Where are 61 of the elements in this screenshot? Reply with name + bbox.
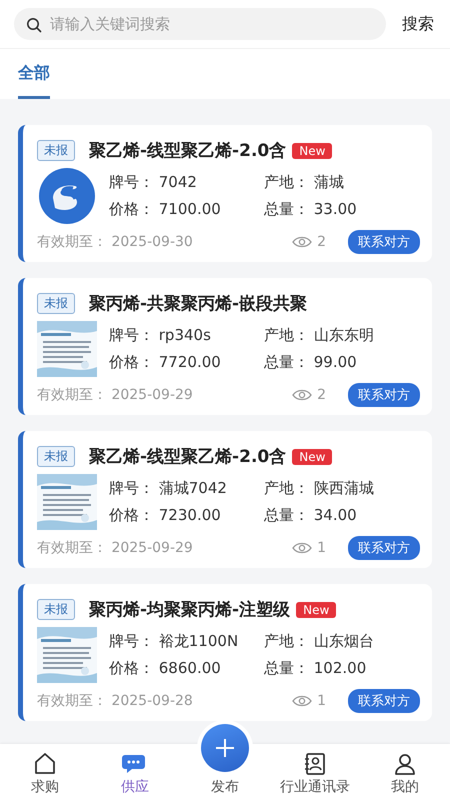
expiry-date: 有效期至： 2025-09-29 (37, 539, 193, 557)
field-text: 牌号： 蒲城7042 (109, 479, 228, 498)
field-text: 价格： 7720.00 (109, 353, 222, 372)
nav-tab[interactable]: 供应 (90, 752, 180, 796)
listing-card[interactable]: 未报 聚丙烯-均聚聚丙烯-注塑级 New 牌号： 裕龙1100N 产地： 山东烟台 价格： 6860.00 总量： 102.00 有效期至： 2025-09-28 1 联系对方 (18, 584, 432, 721)
expiry-date: 有效期至： 2025-09-30 (37, 233, 193, 251)
status-tag: 未报 (37, 293, 75, 314)
status-tag: 未报 (37, 446, 75, 467)
field-text: 总量： 99.00 (264, 353, 358, 372)
listing-title: 聚丙烯-均聚聚丙烯-注塑级 (89, 599, 290, 621)
field-text: 价格： 7100.00 (109, 200, 222, 219)
status-tag: 未报 (37, 599, 75, 620)
expiry-date: 有效期至： 2025-09-29 (37, 386, 193, 404)
search-icon (26, 17, 42, 33)
view-count: 1 (317, 693, 326, 709)
eye-icon (292, 695, 312, 707)
field-text: 价格： 7230.00 (109, 506, 222, 525)
field-text: 产地： 陕西蒲城 (264, 479, 374, 498)
field-text: 价格： 6860.00 (109, 659, 222, 678)
field-text: 总量： 102.00 (264, 659, 368, 678)
nav-tab[interactable]: 行业通讯录 (270, 752, 360, 796)
nav-tab[interactable]: 求购 (0, 752, 90, 796)
person-icon (393, 752, 417, 776)
listing-card[interactable]: 未报 聚丙烯-共聚聚丙烯-嵌段共聚 牌号： rp340s 产地： 山东东明 价格： 7720.00 总量： 99.00 有效期至： 2025-09-29 2 联系对方 (18, 278, 432, 415)
add-button[interactable]: 发布 (180, 724, 270, 796)
chat-icon (122, 752, 148, 776)
new-badge: New (292, 142, 332, 158)
nav-tab[interactable]: 我的 (360, 752, 450, 796)
search-button[interactable]: 搜索 (398, 10, 438, 38)
view-count: 1 (317, 540, 326, 556)
eye-icon (292, 542, 312, 554)
listing-title: 聚丙烯-共聚聚丙烯-嵌段共聚 (89, 293, 308, 315)
listing-title: 聚乙烯-线型聚乙烯-2.0含 (89, 140, 286, 162)
field-text: 产地： 蒲城 (264, 173, 345, 192)
filter-tab[interactable]: 全部 (18, 53, 50, 99)
view-count: 2 (317, 387, 326, 403)
field-text: 产地： 山东烟台 (264, 632, 374, 651)
field-text: 总量： 34.00 (264, 506, 358, 525)
status-tag: 未报 (37, 140, 75, 161)
field-text: 牌号： 裕龙1100N (109, 632, 240, 651)
contact-button[interactable]: 联系对方 (348, 536, 420, 560)
field-text: 产地： 山东东明 (264, 326, 374, 345)
listing-title: 聚乙烯-线型聚乙烯-2.0含 (89, 446, 286, 468)
field-text: 总量： 33.00 (264, 200, 357, 219)
new-badge: New (296, 602, 336, 618)
search-field[interactable]: 请输入关键词搜索 (14, 8, 386, 40)
listing-card[interactable]: 未报 聚乙烯-线型聚乙烯-2.0含 New 牌号： 7042 产地： 蒲城 价格： 7100.00 总量： 33.00 有效期至： 2025-09-30 2 联系对方 (18, 125, 432, 262)
contact-button[interactable]: 联系对方 (348, 383, 420, 407)
expiry-date: 有效期至： 2025-09-28 (37, 692, 193, 710)
field-text: 牌号： 7042 (109, 173, 198, 192)
logo-icon (37, 168, 97, 224)
new-badge: New (292, 448, 332, 464)
contact-button[interactable]: 联系对方 (348, 689, 420, 713)
contacts-icon (303, 752, 327, 776)
home-icon (33, 752, 57, 776)
listing-card[interactable]: 未报 聚乙烯-线型聚乙烯-2.0含 New 牌号： 蒲城7042 产地： 陕西蒲城 价格： 7230.00 总量： 34.00 有效期至： 2025-09-29 1 联系对方 (18, 431, 432, 568)
eye-icon (292, 236, 312, 248)
contact-button[interactable]: 联系对方 (348, 230, 420, 254)
field-text: 牌号： rp340s (109, 326, 212, 345)
eye-icon (292, 389, 312, 401)
view-count: 2 (317, 234, 326, 250)
